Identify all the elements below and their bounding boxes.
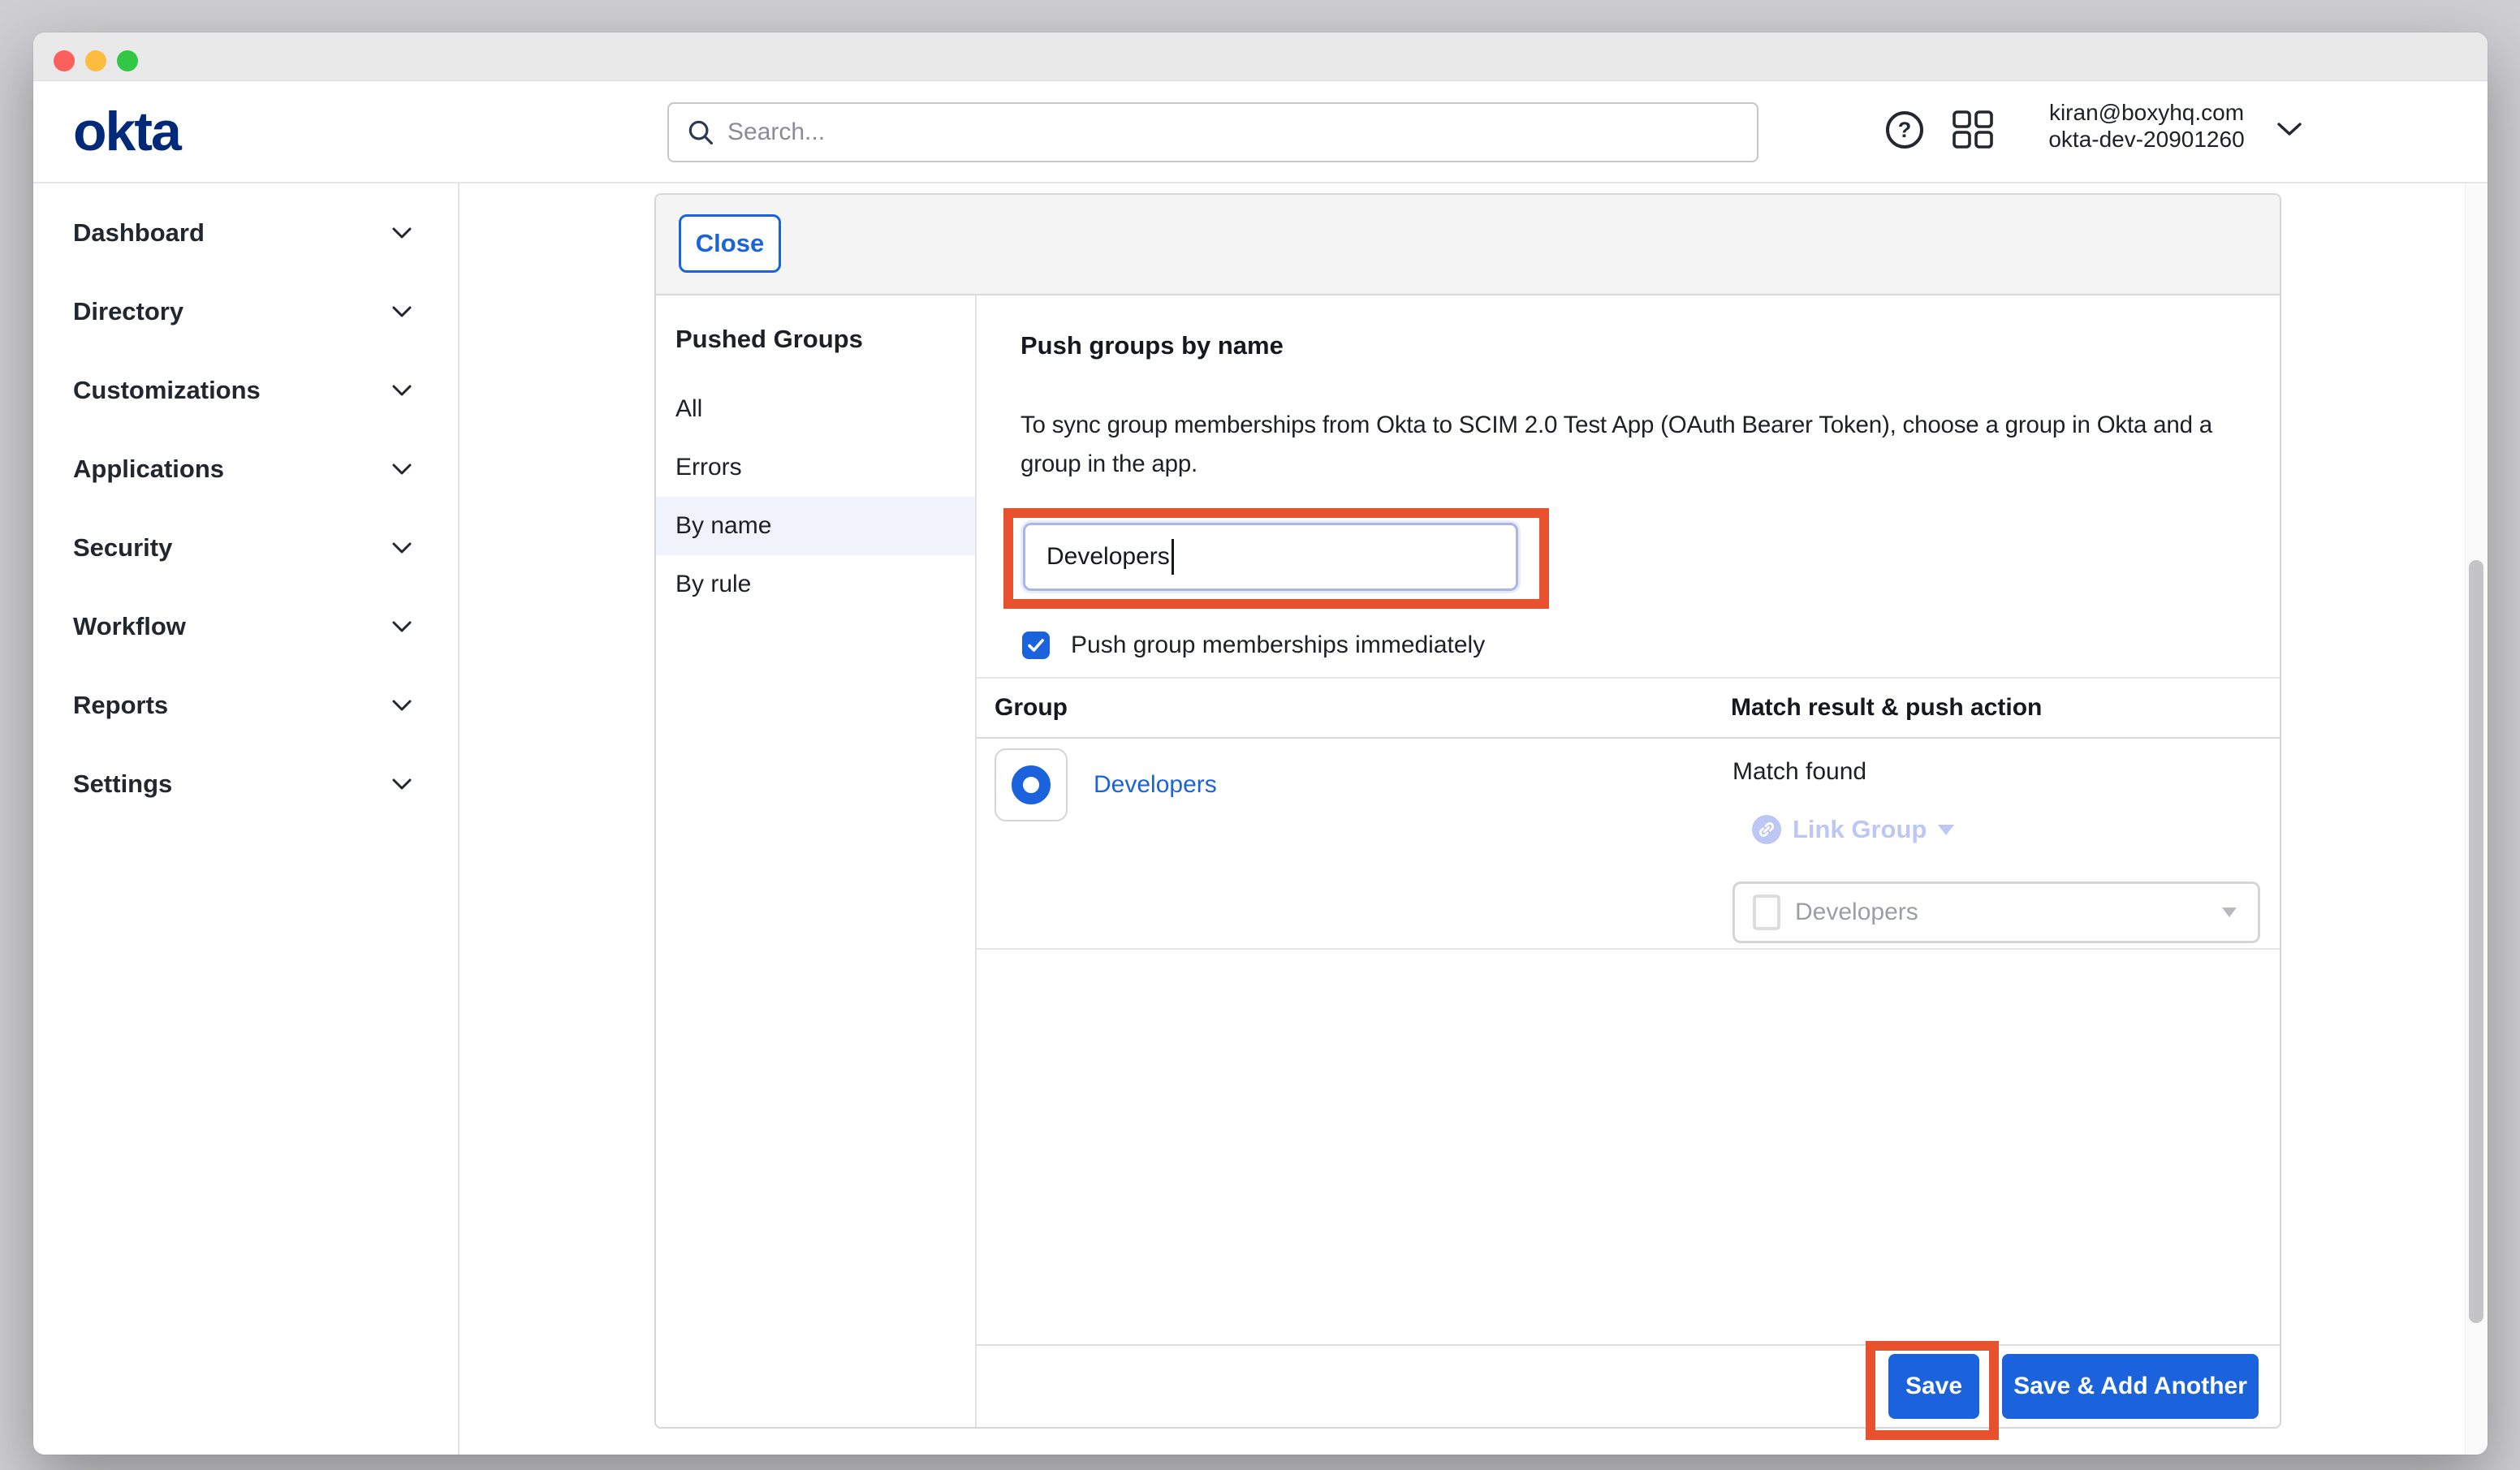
- scrollbar-thumb[interactable]: [2469, 560, 2483, 1323]
- close-window-icon[interactable]: [54, 50, 75, 71]
- sidebar-item-applications[interactable]: Applications: [33, 429, 458, 508]
- column-header-group: Group: [977, 694, 1731, 722]
- table-header-row: Group Match result & push action: [977, 677, 2280, 739]
- link-group-dropdown[interactable]: Link Group: [1752, 815, 1954, 844]
- sidebar-item-settings[interactable]: Settings: [33, 744, 458, 823]
- help-icon[interactable]: ?: [1886, 111, 1923, 149]
- column-header-match: Match result & push action: [1731, 694, 2280, 722]
- panel-toolbar: Close: [656, 195, 2280, 295]
- okta-logo: okta: [73, 101, 180, 162]
- chevron-down-icon: [391, 463, 412, 476]
- nav-item-by-name[interactable]: By name: [656, 497, 975, 555]
- group-name-value: Developers: [1046, 543, 1170, 571]
- match-result-text: Match found: [1732, 758, 1866, 786]
- sidebar-item-directory[interactable]: Directory: [33, 272, 458, 351]
- group-match-table: Group Match result & push action Develop…: [977, 677, 2280, 950]
- chevron-down-icon: [391, 541, 412, 554]
- input-highlight-annotation: Developers: [1003, 508, 1549, 609]
- link-group-caret-icon: [1938, 825, 1954, 835]
- account-chevron-down-icon[interactable]: [2276, 120, 2303, 138]
- select-caret-icon: [2222, 907, 2237, 917]
- nav-item-errors[interactable]: Errors: [656, 438, 975, 497]
- pushed-groups-panel: Close Pushed Groups All Errors By name B…: [654, 193, 2281, 1429]
- close-button[interactable]: Close: [679, 214, 781, 273]
- sidebar-nav: Dashboard Directory Customizations Appli…: [33, 183, 460, 1455]
- sidebar-item-dashboard[interactable]: Dashboard: [33, 193, 458, 272]
- apps-grid-glyph: [1953, 110, 1993, 149]
- description-line-2: group in the app.: [1021, 445, 2212, 484]
- app-window: okta Search... ? kiran@boxyhq.com: [33, 32, 2488, 1455]
- table-row: Developers Match found: [977, 739, 2280, 950]
- minimize-window-icon[interactable]: [85, 50, 106, 71]
- group-avatar: [995, 748, 1068, 821]
- linked-group-value: Developers: [1795, 899, 2222, 926]
- search-icon: [685, 117, 716, 148]
- chevron-down-icon: [391, 305, 412, 318]
- text-cursor: [1172, 539, 1174, 575]
- chevron-down-icon: [391, 778, 412, 791]
- help-glyph: ?: [1898, 118, 1912, 143]
- sidebar-item-reports[interactable]: Reports: [33, 666, 458, 744]
- push-immediately-label: Push group memberships immediately: [1071, 632, 1485, 659]
- link-group-label: Link Group: [1793, 815, 1927, 844]
- chevron-down-icon: [391, 384, 412, 397]
- window-titlebar: [33, 32, 2488, 81]
- search-input[interactable]: Search...: [667, 102, 1758, 162]
- app-header: okta Search... ? kiran@boxyhq.com: [33, 81, 2488, 183]
- group-name-link[interactable]: Developers: [1094, 771, 1217, 799]
- chevron-down-icon: [391, 620, 412, 633]
- app-group-icon: [1753, 895, 1780, 930]
- sidebar-item-workflow[interactable]: Workflow: [33, 587, 458, 666]
- save-button[interactable]: Save: [1888, 1354, 1979, 1419]
- group-name-input[interactable]: Developers: [1023, 523, 1518, 591]
- link-icon: [1752, 815, 1781, 844]
- zoom-window-icon[interactable]: [117, 50, 138, 71]
- nav-item-all[interactable]: All: [656, 380, 975, 438]
- vertical-scrollbar[interactable]: [2465, 183, 2488, 1455]
- save-add-another-button[interactable]: Save & Add Another: [2002, 1354, 2259, 1419]
- page-title: Push groups by name: [1021, 331, 1284, 360]
- group-icon: [1012, 765, 1051, 804]
- account-email: kiran@boxyhq.com: [2011, 99, 2282, 126]
- page-description: To sync group memberships from Okta to S…: [1021, 406, 2212, 484]
- apps-grid-icon[interactable]: [1953, 110, 1993, 149]
- description-line-1: To sync group memberships from Okta to S…: [1021, 406, 2212, 445]
- checkmark-icon: [1026, 636, 1046, 655]
- traffic-lights: [54, 50, 138, 71]
- sidebar-item-security[interactable]: Security: [33, 508, 458, 587]
- linked-group-select[interactable]: Developers: [1732, 882, 2260, 943]
- pushed-groups-title: Pushed Groups: [656, 323, 975, 356]
- chevron-down-icon: [391, 226, 412, 239]
- nav-item-by-rule[interactable]: By rule: [656, 555, 975, 614]
- sidebar-item-customizations[interactable]: Customizations: [33, 351, 458, 429]
- chevron-down-icon: [391, 699, 412, 712]
- account-org: okta-dev-20901260: [2011, 126, 2282, 153]
- search-placeholder: Search...: [727, 119, 825, 146]
- panel-footer: Save Save & Add Another: [977, 1344, 2280, 1427]
- push-immediately-checkbox[interactable]: [1022, 632, 1050, 659]
- pushed-groups-nav: Pushed Groups All Errors By name By rule: [656, 295, 977, 1427]
- push-by-name-content: Push groups by name To sync group member…: [977, 295, 2280, 1427]
- account-menu[interactable]: kiran@boxyhq.com okta-dev-20901260: [2011, 99, 2282, 153]
